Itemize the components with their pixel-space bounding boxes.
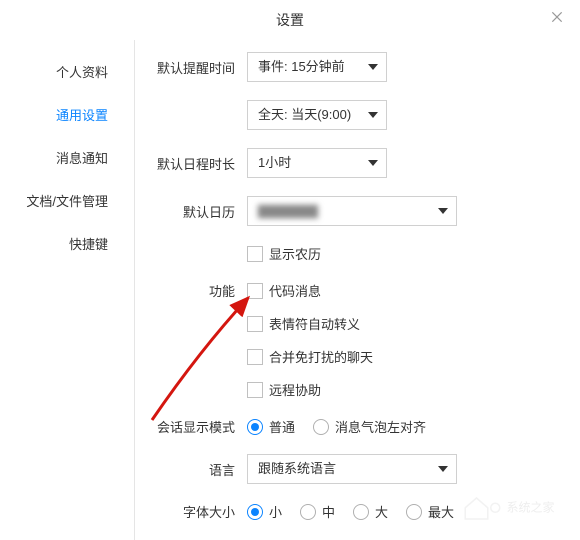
- dialog-title: 设置: [276, 10, 304, 30]
- dropdown-icon: [368, 112, 378, 118]
- radio-font-large[interactable]: 大: [353, 502, 388, 521]
- checkbox-icon: [247, 316, 263, 332]
- dropdown-icon: [438, 466, 448, 472]
- radio-icon: [313, 419, 329, 435]
- radio-label: 普通: [269, 417, 295, 436]
- settings-content: 默认提醒时间 事件: 15分钟前 全天: 当天(9:00) 默认日程时长: [135, 40, 580, 540]
- radio-icon: [247, 504, 263, 520]
- radio-chat-left[interactable]: 消息气泡左对齐: [313, 417, 426, 436]
- checkbox-icon: [247, 349, 263, 365]
- label-calendar: 默认日历: [135, 202, 235, 221]
- select-duration[interactable]: 1小时: [247, 148, 387, 178]
- select-language[interactable]: 跟随系统语言: [247, 454, 457, 484]
- label-chat-mode: 会话显示模式: [135, 417, 235, 436]
- radio-font-medium[interactable]: 中: [300, 502, 335, 521]
- checkbox-lunar[interactable]: 显示农历: [247, 244, 321, 263]
- select-reminder-time[interactable]: 事件: 15分钟前: [247, 52, 387, 82]
- nav-notifications[interactable]: 消息通知: [0, 136, 134, 179]
- nav-files[interactable]: 文档/文件管理: [0, 179, 134, 222]
- checkbox-icon: [247, 246, 263, 262]
- checkbox-remote-help[interactable]: 远程协助: [247, 380, 321, 399]
- checkbox-label: 代码消息: [269, 281, 321, 300]
- radio-icon: [406, 504, 422, 520]
- select-value: 1小时: [258, 155, 291, 170]
- nav-shortcuts[interactable]: 快捷键: [0, 222, 134, 265]
- label-font-size: 字体大小: [135, 502, 235, 521]
- radio-label: 最大: [428, 502, 454, 521]
- radio-font-xlarge[interactable]: 最大: [406, 502, 454, 521]
- label-duration: 默认日程时长: [135, 154, 235, 173]
- radio-icon: [300, 504, 316, 520]
- dropdown-icon: [438, 208, 448, 214]
- radio-font-small[interactable]: 小: [247, 502, 282, 521]
- checkbox-code-msg[interactable]: 代码消息: [247, 281, 321, 300]
- label-features: 功能: [135, 281, 235, 300]
- radio-chat-normal[interactable]: 普通: [247, 417, 295, 436]
- close-button[interactable]: [550, 10, 568, 28]
- checkbox-label: 合并免打扰的聊天: [269, 347, 373, 366]
- checkbox-emoji-escape[interactable]: 表情符自动转义: [247, 314, 360, 333]
- radio-label: 大: [375, 502, 388, 521]
- select-allday[interactable]: 全天: 当天(9:00): [247, 100, 387, 130]
- settings-sidebar: 个人资料 通用设置 消息通知 文档/文件管理 快捷键: [0, 40, 135, 540]
- nav-profile[interactable]: 个人资料: [0, 50, 134, 93]
- label-language: 语言: [135, 460, 235, 479]
- checkbox-icon: [247, 382, 263, 398]
- radio-icon: [353, 504, 369, 520]
- select-value: 跟随系统语言: [258, 461, 336, 476]
- select-calendar[interactable]: ▇▇▇▇▇▇: [247, 196, 457, 226]
- radio-label: 小: [269, 502, 282, 521]
- radio-label: 消息气泡左对齐: [335, 417, 426, 436]
- checkbox-merge-dnd[interactable]: 合并免打扰的聊天: [247, 347, 373, 366]
- dropdown-icon: [368, 64, 378, 70]
- checkbox-label: 远程协助: [269, 380, 321, 399]
- checkbox-label: 表情符自动转义: [269, 314, 360, 333]
- select-value: ▇▇▇▇▇▇: [258, 197, 318, 225]
- select-value: 事件: 15分钟前: [258, 59, 345, 74]
- checkbox-icon: [247, 283, 263, 299]
- close-icon: [550, 10, 564, 24]
- dropdown-icon: [368, 160, 378, 166]
- radio-icon: [247, 419, 263, 435]
- label-reminder-time: 默认提醒时间: [135, 58, 235, 77]
- select-value: 全天: 当天(9:00): [258, 107, 351, 122]
- nav-general[interactable]: 通用设置: [0, 93, 134, 136]
- radio-label: 中: [322, 502, 335, 521]
- checkbox-label: 显示农历: [269, 244, 321, 263]
